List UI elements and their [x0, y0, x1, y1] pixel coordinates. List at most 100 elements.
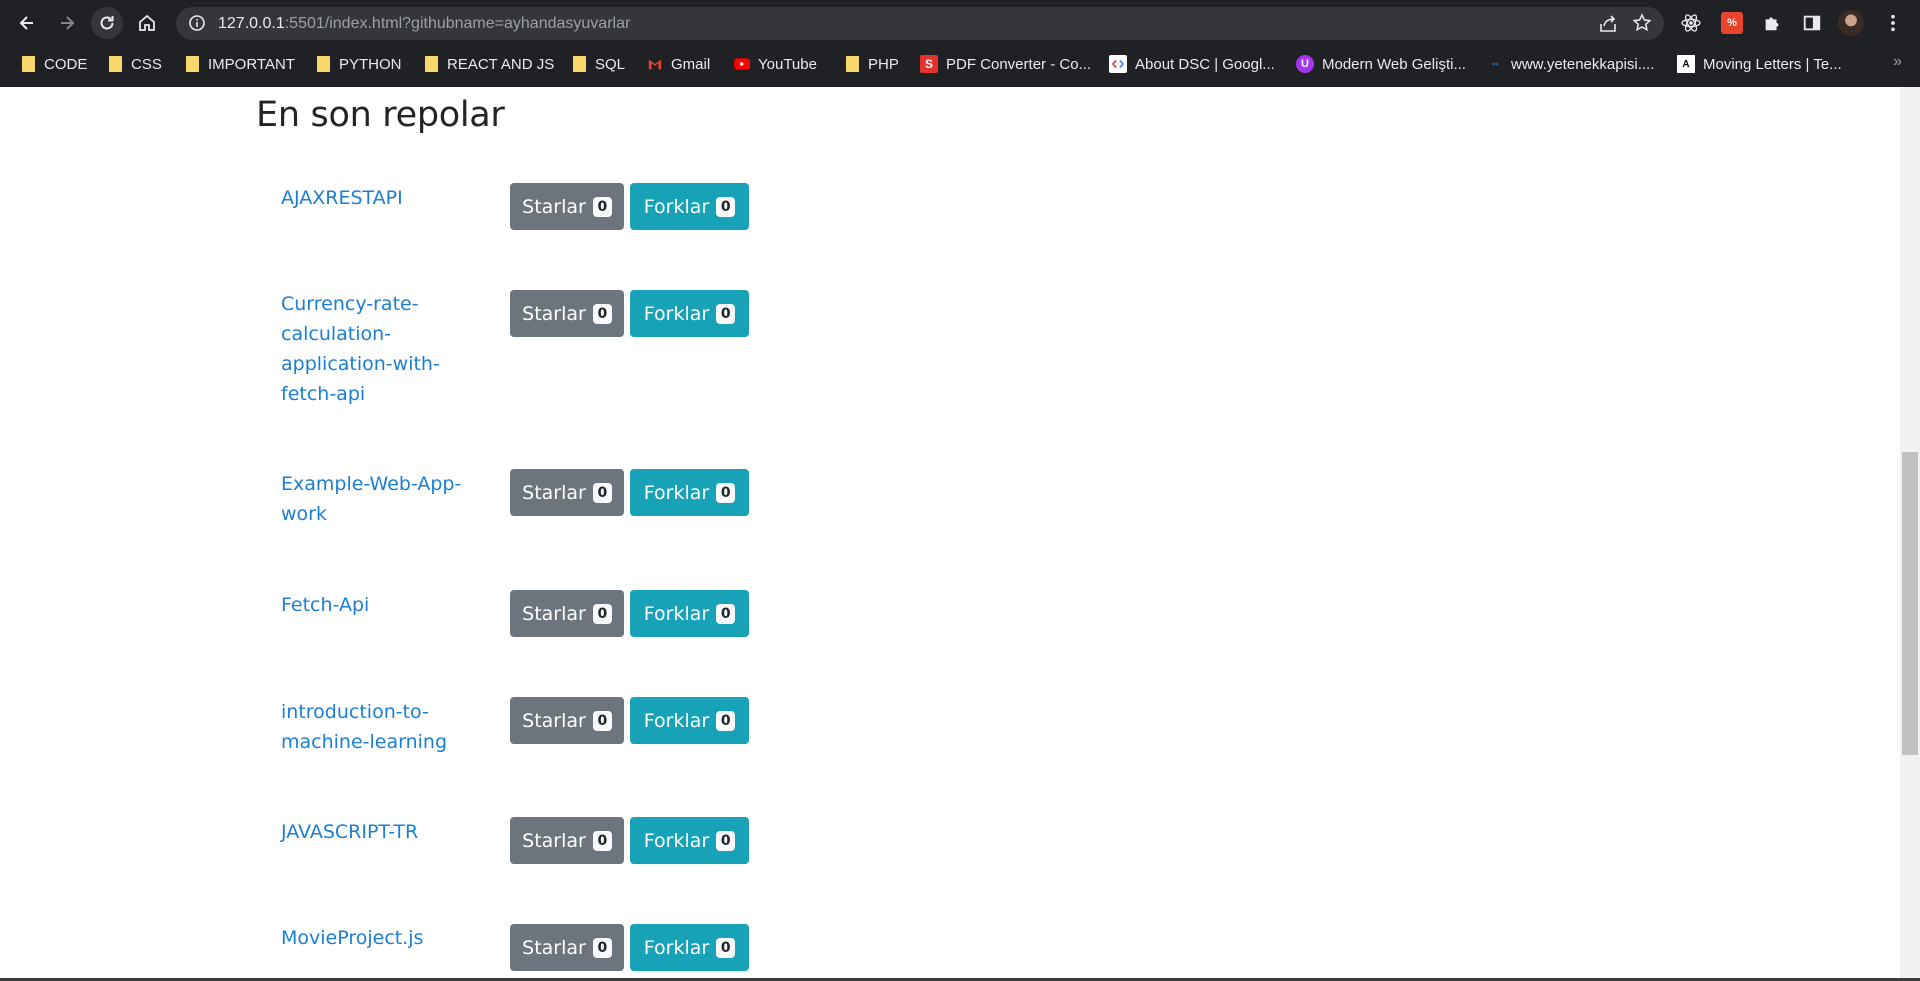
forks-label: Forklar — [643, 829, 710, 852]
stars-button[interactable]: Starlar 0 — [510, 183, 624, 230]
bookmark-item[interactable]: CODE — [20, 53, 87, 75]
stars-label: Starlar — [522, 302, 586, 325]
bookmark-label: PHP — [868, 55, 899, 73]
forks-count-badge: 0 — [716, 603, 736, 624]
page-title: En son repolar — [256, 95, 505, 135]
extension-red-icon[interactable]: % — [1721, 12, 1743, 34]
bookmark-item[interactable]: CSS — [107, 53, 162, 75]
scrollbar-thumb[interactable] — [1902, 452, 1918, 755]
forks-button[interactable]: Forklar 0 — [630, 924, 749, 971]
bookmark-item[interactable]: PHP — [844, 53, 899, 75]
forks-button[interactable]: Forklar 0 — [630, 697, 749, 744]
url-text: 127.0.0.1:5501/index.html?githubname=ayh… — [218, 15, 630, 33]
repo-link[interactable]: JAVASCRIPT-TR — [281, 817, 481, 847]
bookmark-item[interactable]: SQL — [571, 53, 625, 75]
address-bar[interactable]: 127.0.0.1:5501/index.html?githubname=ayh… — [176, 7, 1664, 40]
repo-link[interactable]: Fetch-Api — [281, 590, 481, 620]
reload-button[interactable] — [91, 7, 123, 39]
forks-button[interactable]: Forklar 0 — [630, 817, 749, 864]
dsc-icon — [1109, 55, 1127, 73]
url-path: :5501/index.html?githubname=ayhandasyuva… — [284, 15, 631, 32]
browser-chrome: 127.0.0.1:5501/index.html?githubname=ayh… — [0, 0, 1920, 87]
bookmark-label: CSS — [131, 55, 162, 73]
bookmark-item[interactable]: YouTube — [734, 53, 817, 75]
stars-count-badge: 0 — [592, 303, 612, 324]
profile-avatar[interactable] — [1838, 10, 1864, 36]
repo-link[interactable]: Example-Web-App-work — [281, 469, 481, 529]
react-devtools-icon[interactable] — [1680, 12, 1702, 34]
stars-button[interactable]: Starlar 0 — [510, 590, 624, 637]
info-icon[interactable] — [188, 14, 206, 32]
home-button[interactable] — [131, 7, 163, 39]
bookmark-item[interactable]: PYTHON — [315, 53, 402, 75]
bookmarks-more-button[interactable]: » — [1893, 53, 1902, 71]
forks-label: Forklar — [643, 302, 710, 325]
bookmark-item[interactable]: U Modern Web Gelişti... — [1296, 53, 1466, 75]
bookmarks-bar: CODE CSS IMPORTANT PYTHON REACT AND JS S… — [0, 49, 1920, 79]
stars-button[interactable]: Starlar 0 — [510, 817, 624, 864]
folder-icon — [20, 56, 36, 72]
stars-button[interactable]: Starlar 0 — [510, 469, 624, 516]
home-icon — [139, 14, 155, 31]
forks-count-badge: 0 — [716, 710, 736, 731]
forks-count-badge: 0 — [716, 937, 736, 958]
bookmark-star-icon[interactable] — [1632, 13, 1652, 33]
forks-button[interactable]: Forklar 0 — [630, 183, 749, 230]
menu-kebab-icon[interactable] — [1882, 12, 1904, 34]
repo-link[interactable]: Currency-rate-calculation-application-wi… — [281, 289, 481, 409]
bookmark-label: YouTube — [758, 55, 817, 73]
stars-count-badge: 0 — [592, 937, 612, 958]
repo-link[interactable]: introduction-to-machine-learning — [281, 697, 481, 757]
back-button[interactable] — [11, 7, 43, 39]
bookmark-item[interactable]: IMPORTANT — [184, 53, 295, 75]
extensions-puzzle-icon[interactable] — [1761, 12, 1783, 34]
stars-count-badge: 0 — [592, 830, 612, 851]
forks-button[interactable]: Forklar 0 — [630, 469, 749, 516]
share-icon[interactable] — [1598, 14, 1618, 34]
folder-icon — [315, 56, 331, 72]
bookmark-item[interactable]: A Moving Letters | Te... — [1677, 53, 1842, 75]
url-host: 127.0.0.1 — [218, 15, 285, 32]
stars-count-badge: 0 — [592, 710, 612, 731]
forward-button[interactable] — [51, 7, 83, 39]
forks-count-badge: 0 — [716, 830, 736, 851]
bookmark-item[interactable]: REACT AND JS — [423, 53, 554, 75]
bookmark-item[interactable]: S PDF Converter - Co... — [920, 53, 1091, 75]
folder-icon — [571, 56, 587, 72]
forks-button[interactable]: Forklar 0 — [630, 290, 749, 337]
folder-icon — [844, 56, 860, 72]
repo-link[interactable]: MovieProject.js — [281, 923, 481, 953]
udemy-icon: U — [1296, 55, 1314, 73]
stars-button[interactable]: Starlar 0 — [510, 290, 624, 337]
arrow-left-icon — [19, 16, 33, 30]
forks-label: Forklar — [643, 602, 710, 625]
repo-link[interactable]: AJAXRESTAPI — [281, 183, 481, 213]
bookmark-item[interactable]: Gmail — [647, 53, 710, 75]
bookmark-item[interactable]: ▪▪ www.yetenekkapisi.... — [1487, 53, 1655, 75]
stars-button[interactable]: Starlar 0 — [510, 697, 624, 744]
bookmark-label: Moving Letters | Te... — [1703, 55, 1842, 73]
pdf-converter-icon: S — [920, 55, 938, 73]
yetenekkapisi-icon: ▪▪ — [1491, 59, 1499, 69]
stars-count-badge: 0 — [592, 196, 612, 217]
folder-icon — [423, 56, 439, 72]
stars-label: Starlar — [522, 709, 586, 732]
forks-count-badge: 0 — [716, 196, 736, 217]
stars-button[interactable]: Starlar 0 — [510, 924, 624, 971]
stars-label: Starlar — [522, 829, 586, 852]
forks-label: Forklar — [643, 936, 710, 959]
bookmark-label: Gmail — [671, 55, 711, 73]
bookmark-item[interactable]: About DSC | Googl... — [1109, 53, 1275, 75]
folder-icon — [184, 56, 200, 72]
bookmark-label: IMPORTANT — [208, 55, 295, 73]
stars-label: Starlar — [522, 481, 586, 504]
gmail-icon — [647, 56, 663, 72]
bookmark-label: CODE — [44, 55, 88, 73]
side-panel-icon[interactable] — [1801, 12, 1823, 34]
arrow-right-icon — [61, 16, 75, 30]
page-content: En son repolar AJAXRESTAPI Starlar 0 Fork… — [0, 87, 1900, 981]
forks-count-badge: 0 — [716, 482, 736, 503]
forks-button[interactable]: Forklar 0 — [630, 590, 749, 637]
bookmark-label: About DSC | Googl... — [1135, 55, 1275, 73]
moving-letters-icon: A — [1677, 55, 1695, 73]
